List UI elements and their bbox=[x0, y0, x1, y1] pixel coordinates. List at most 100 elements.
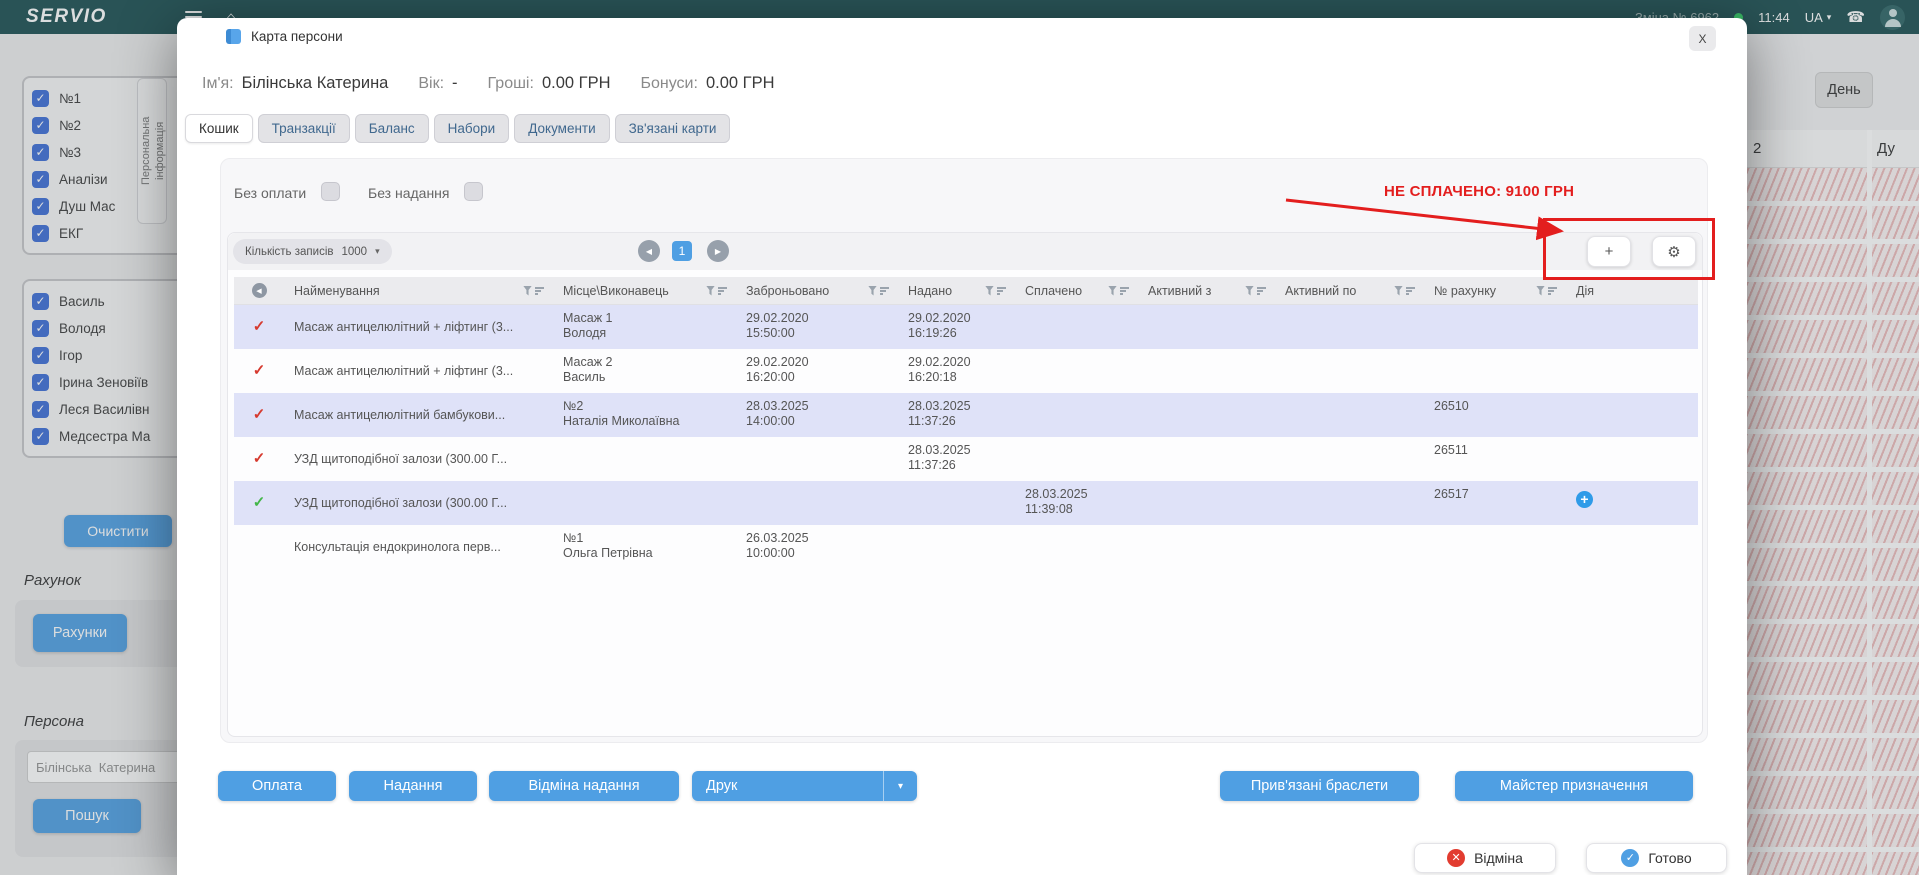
cell-active-to bbox=[1275, 305, 1424, 349]
cell-booked: 29.02.202015:50:00 bbox=[736, 305, 898, 349]
cell-action bbox=[1566, 305, 1698, 349]
cell-place-executor: №1Ольга Петрівна bbox=[553, 525, 736, 569]
tab-documents[interactable]: Документи bbox=[514, 114, 609, 143]
cell-active-from bbox=[1138, 349, 1275, 393]
records-count-label: Кількість записів bbox=[245, 246, 333, 258]
sort-icon[interactable] bbox=[1548, 286, 1558, 296]
cell-action bbox=[1566, 481, 1698, 525]
filter-without-payment-checkbox[interactable] bbox=[321, 182, 340, 201]
table-row[interactable]: Масаж антицелюлітний + ліфтинг (3... Мас… bbox=[234, 349, 1698, 393]
prev-page-button[interactable]: ◀ bbox=[638, 240, 660, 262]
cell-action bbox=[1566, 349, 1698, 393]
age-label: Вік: bbox=[418, 75, 444, 93]
table-row[interactable]: Масаж антицелюлітний + ліфтинг (3... Мас… bbox=[234, 305, 1698, 349]
print-label: Друк bbox=[706, 778, 883, 794]
person-age: - bbox=[452, 74, 458, 93]
sort-icon[interactable] bbox=[1406, 286, 1416, 296]
sort-icon[interactable] bbox=[718, 286, 728, 296]
basket-panel: Без оплати Без надання НЕ СПЛАЧЕНО: 9100… bbox=[220, 158, 1708, 743]
cancel-button[interactable]: Відміна bbox=[1414, 843, 1556, 873]
pay-button[interactable]: Оплата bbox=[218, 771, 336, 801]
cell-account bbox=[1424, 305, 1566, 349]
filter-icon[interactable] bbox=[706, 286, 715, 296]
filter-icon[interactable] bbox=[1394, 286, 1403, 296]
column-header-active-to: Активний по bbox=[1275, 277, 1424, 304]
table-row[interactable]: Масаж антицелюлітний бамбукови... №2Ната… bbox=[234, 393, 1698, 437]
cell-booked: 29.02.202016:20:00 bbox=[736, 349, 898, 393]
cell-place-executor: Масаж 1Володя bbox=[553, 305, 736, 349]
status-check-icon bbox=[253, 363, 266, 379]
filter-icon[interactable] bbox=[1245, 286, 1254, 296]
cell-name: Масаж антицелюлітний бамбукови... bbox=[284, 393, 553, 437]
cell-account bbox=[1424, 525, 1566, 569]
person-card-modal: Карта персони X Ім'я:Білінська Катерина … bbox=[177, 18, 1747, 875]
records-count-value: 1000 bbox=[341, 246, 367, 258]
assignment-wizard-button[interactable]: Майстер призначення bbox=[1455, 771, 1693, 801]
grid-settings-button[interactable]: ⚙ bbox=[1652, 236, 1696, 267]
filter-icon[interactable] bbox=[868, 286, 877, 296]
cancel-provision-button[interactable]: Відміна надання bbox=[489, 771, 679, 801]
add-icon[interactable] bbox=[1576, 491, 1593, 508]
filter-without-provision-checkbox[interactable] bbox=[464, 182, 483, 201]
unpaid-annotation: НЕ СПЛАЧЕНО: 9100 ГРН bbox=[1384, 183, 1574, 200]
cell-active-from bbox=[1138, 525, 1275, 569]
cell-action bbox=[1566, 437, 1698, 481]
table-row[interactable]: УЗД щитоподібної залози (300.00 Г... 28.… bbox=[234, 481, 1698, 525]
cell-booked: 28.03.202514:00:00 bbox=[736, 393, 898, 437]
person-money: 0.00 ГРН bbox=[542, 74, 611, 93]
money-label: Гроші: bbox=[488, 75, 534, 93]
cell-paid bbox=[1015, 525, 1138, 569]
linked-bracelets-button[interactable]: Прив'язані браслети bbox=[1220, 771, 1419, 801]
sort-icon[interactable] bbox=[880, 286, 890, 296]
cell-action bbox=[1566, 393, 1698, 437]
sort-icon[interactable] bbox=[997, 286, 1007, 296]
sort-icon[interactable] bbox=[1120, 286, 1130, 296]
modal-tabs: Кошик Транзакції Баланс Набори Документи… bbox=[185, 114, 730, 143]
cell-provided bbox=[898, 481, 1015, 525]
cell-paid bbox=[1015, 349, 1138, 393]
chevron-down-icon[interactable]: ▾ bbox=[883, 771, 917, 801]
tab-transactions[interactable]: Транзакції bbox=[258, 114, 350, 143]
print-dropdown-button[interactable]: Друк ▾ bbox=[692, 771, 917, 801]
sort-icon[interactable] bbox=[535, 286, 545, 296]
cancel-icon bbox=[1447, 849, 1465, 867]
filter-icon[interactable] bbox=[523, 286, 532, 296]
status-check-icon bbox=[253, 407, 266, 423]
cell-active-to bbox=[1275, 481, 1424, 525]
cell-provided: 28.03.202511:37:26 bbox=[898, 437, 1015, 481]
cell-place-executor: Масаж 2Василь bbox=[553, 349, 736, 393]
table-row[interactable]: Консультація ендокринолога перв... №1Оль… bbox=[234, 525, 1698, 569]
tab-basket[interactable]: Кошик bbox=[185, 114, 253, 143]
column-header-action: Дія bbox=[1566, 277, 1698, 304]
tab-linked-cards[interactable]: Зв'язані карти bbox=[615, 114, 731, 143]
filter-icon[interactable] bbox=[1108, 286, 1117, 296]
cell-provided bbox=[898, 525, 1015, 569]
cell-paid: 28.03.202511:39:08 bbox=[1015, 481, 1138, 525]
app-root: SERVIO ⌂ Зміна № 6962 11:44 UA ▾ ☎ №1 №2… bbox=[0, 0, 1919, 875]
sort-icon[interactable] bbox=[1257, 286, 1267, 296]
cell-provided: 28.03.202511:37:26 bbox=[898, 393, 1015, 437]
cell-booked: 26.03.202510:00:00 bbox=[736, 525, 898, 569]
tab-balance[interactable]: Баланс bbox=[355, 114, 429, 143]
close-button[interactable]: X bbox=[1689, 26, 1716, 51]
records-count-select[interactable]: Кількість записів 1000 ▾ bbox=[233, 239, 392, 264]
cell-account: 26511 bbox=[1424, 437, 1566, 481]
table-row[interactable]: УЗД щитоподібної залози (300.00 Г... 28.… bbox=[234, 437, 1698, 481]
next-page-button[interactable]: ▶ bbox=[707, 240, 729, 262]
cell-active-from bbox=[1138, 305, 1275, 349]
cell-account: 26517 bbox=[1424, 481, 1566, 525]
filter-without-provision-label: Без надання bbox=[368, 185, 450, 201]
column-header-name: Найменування bbox=[284, 277, 553, 304]
current-page-badge[interactable]: 1 bbox=[672, 241, 692, 261]
provide-button[interactable]: Надання bbox=[349, 771, 477, 801]
filter-icon[interactable] bbox=[1536, 286, 1545, 296]
cell-account: 26510 bbox=[1424, 393, 1566, 437]
tab-sets[interactable]: Набори bbox=[434, 114, 510, 143]
collapse-column-icon[interactable]: ◀ bbox=[252, 283, 267, 298]
cell-provided: 29.02.202016:20:18 bbox=[898, 349, 1015, 393]
add-service-button[interactable]: + bbox=[1587, 236, 1631, 267]
filter-icon[interactable] bbox=[985, 286, 994, 296]
modal-title: Карта персони bbox=[251, 29, 343, 44]
done-button[interactable]: Готово bbox=[1586, 843, 1727, 873]
status-check-icon bbox=[253, 319, 266, 335]
